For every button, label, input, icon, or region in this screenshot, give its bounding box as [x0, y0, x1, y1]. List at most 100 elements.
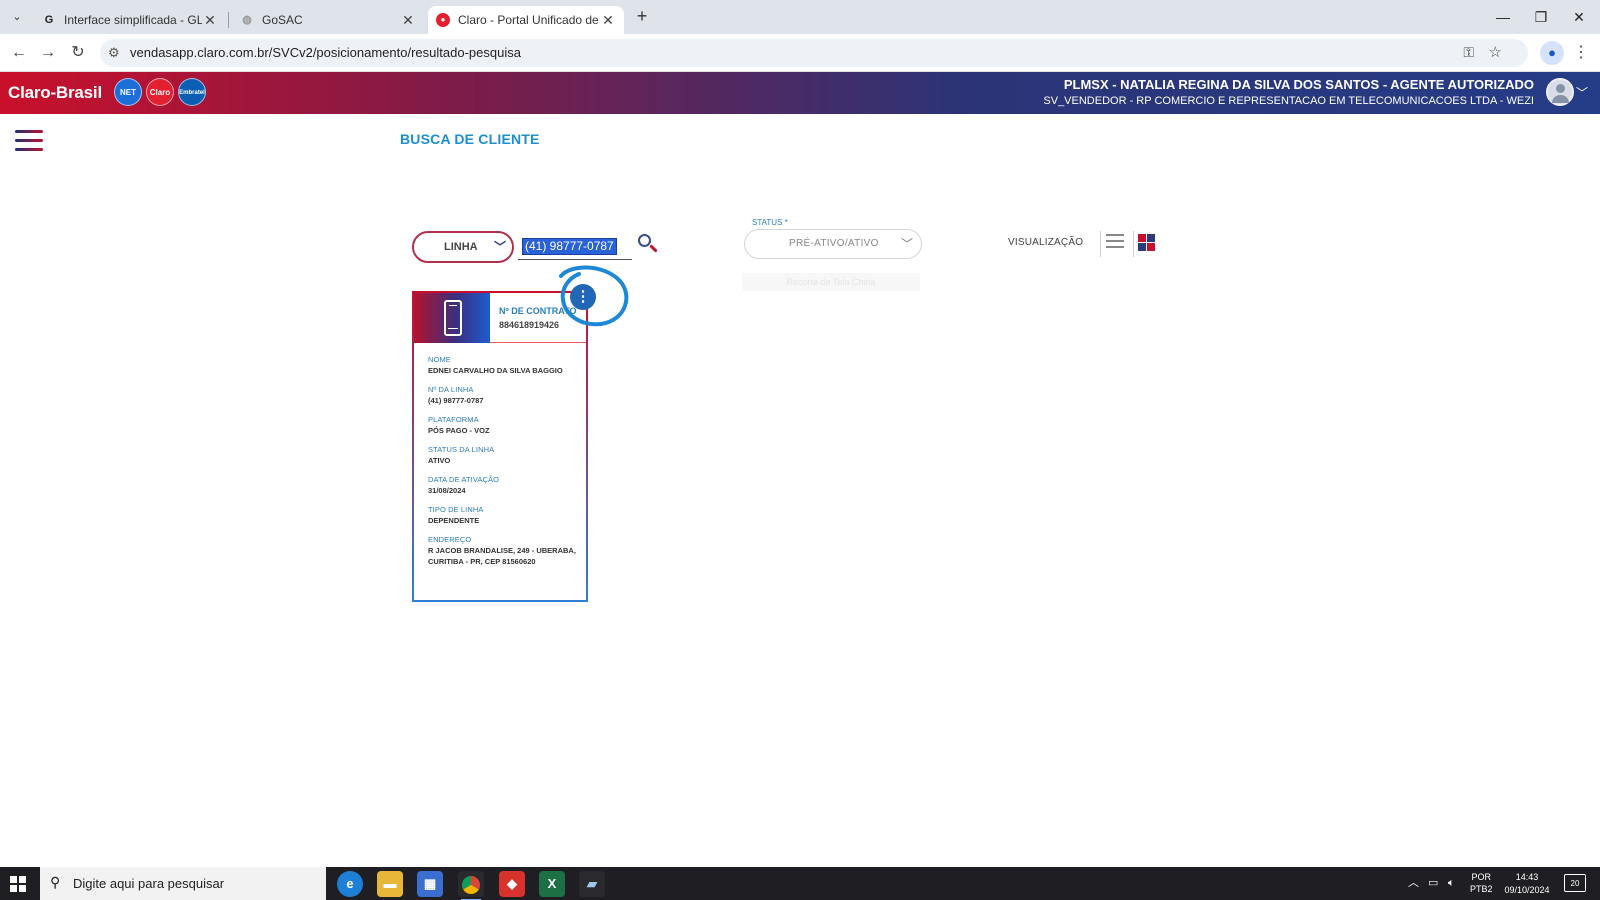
bookmark-star-icon[interactable]: ☆ [1489, 43, 1502, 61]
field-label: Nº DA LINHA [428, 385, 474, 394]
tab-title: Interface simplificada - GLPI [64, 13, 202, 27]
card-icon-box [414, 293, 490, 343]
search-input[interactable]: (41) 98777-0787 [518, 234, 632, 260]
chrome-icon[interactable] [458, 871, 484, 900]
excel-icon[interactable]: X [539, 871, 565, 897]
portal-header: Claro-Brasil NET Claro Embratel PLMSX - … [0, 72, 1600, 114]
clock[interactable]: 14:43 09/10/2024 [1500, 871, 1554, 897]
divider [1100, 231, 1101, 257]
tab-search-chevron-icon[interactable]: ⌄ [6, 7, 28, 27]
field-label: PLATAFORMA [428, 415, 479, 424]
tab-glpi[interactable]: G Interface simplificada - GLPI ✕ [34, 6, 226, 34]
search-icon[interactable] [636, 232, 660, 256]
chevron-down-icon[interactable]: ﹀ [1576, 84, 1588, 101]
notifications-icon[interactable]: 20 [1564, 874, 1586, 892]
field-value: (41) 98777-0787 [428, 396, 484, 405]
grid-view-icon[interactable] [1138, 234, 1155, 251]
close-icon[interactable]: ✕ [400, 12, 416, 29]
card-field-data-ativacao: DATA DE ATIVAÇÃO 31/08/2024 [428, 475, 578, 496]
search-type-value: LINHA [444, 241, 478, 253]
page-title: BUSCA DE CLIENTE [400, 131, 540, 147]
minimize-icon[interactable]: — [1488, 6, 1518, 28]
glpi-icon: G [44, 14, 54, 26]
contract-value: 884618919426 [499, 320, 560, 330]
anydesk-icon[interactable]: ◆ [499, 871, 525, 897]
card-field-endereco: ENDEREÇO R JACOB BRANDALISE, 249 - UBERA… [428, 535, 578, 567]
card-field-tipo-linha: TIPO DE LINHA DEPENDENTE [428, 505, 578, 526]
field-label: DATA DE ATIVAÇÃO [428, 475, 500, 484]
windows-taskbar: ⚲ Digite aqui para pesquisar e ▬ ▦ ◆ X ▰… [0, 867, 1600, 900]
field-label: TIPO DE LINHA [428, 505, 484, 514]
hamburger-menu-icon[interactable] [15, 130, 43, 152]
field-value: 31/08/2024 [428, 486, 466, 495]
volume-icon[interactable]: 🔈︎ [1448, 867, 1455, 900]
reload-icon[interactable]: ↻ [67, 42, 89, 64]
user-company: SV_VENDEDOR - RP COMERCIO E REPRESENTACA… [1043, 95, 1534, 107]
field-value: ATIVO [428, 456, 451, 465]
view-label: VISUALIZAÇÃO [1008, 237, 1084, 248]
profile-icon[interactable]: ● [1540, 41, 1564, 65]
back-arrow-icon[interactable]: ← [8, 42, 30, 64]
forward-arrow-icon[interactable]: → [37, 42, 59, 64]
card-field-nome: NOME EDNEI CARVALHO DA SILVA BAGGIO [428, 355, 578, 376]
store-icon[interactable]: ▦ [417, 871, 443, 897]
tab-title: GoSAC [262, 13, 303, 27]
card-field-linha: Nº DA LINHA (41) 98777-0787 [428, 385, 578, 406]
mobile-phone-icon [444, 300, 462, 336]
language-line-2: PTB2 [1470, 884, 1493, 894]
browser-menu-icon[interactable]: ⋮ [1572, 41, 1590, 65]
close-icon[interactable]: ✕ [202, 12, 218, 29]
language-indicator[interactable]: POR PTB2 [1470, 871, 1493, 895]
chevron-up-icon[interactable]: ︿ [1408, 867, 1419, 900]
browser-tabbar: ⌄ G Interface simplificada - GLPI ✕ ◍ Go… [0, 0, 1600, 34]
field-value: R JACOB BRANDALISE, 249 - UBERABA, CURIT… [428, 546, 576, 566]
field-label: ENDEREÇO [428, 535, 472, 544]
user-avatar-icon[interactable] [1546, 78, 1574, 106]
search-type-select[interactable]: LINHA ﹀ [412, 231, 514, 263]
customer-card[interactable]: Nº DE CONTRATO 884618919426 NOME EDNEI C… [412, 291, 588, 602]
card-body: NOME EDNEI CARVALHO DA SILVA BAGGIO Nº D… [428, 355, 578, 576]
net-brand-logo: NET [114, 78, 142, 106]
search-input-value[interactable]: (41) 98777-0787 [522, 238, 617, 255]
list-view-icon[interactable] [1106, 234, 1124, 250]
notepad-icon[interactable]: ▰ [579, 871, 605, 897]
field-label: NOME [428, 355, 451, 364]
edge-icon[interactable]: e [337, 871, 363, 897]
status-select[interactable]: PRÉ-ATIVO/ATIVO ﹀ [744, 229, 922, 259]
field-value: EDNEI CARVALHO DA SILVA BAGGIO [428, 366, 563, 375]
status-select-value: PRÉ-ATIVO/ATIVO [789, 238, 879, 249]
taskbar-search-input[interactable]: ⚲ Digite aqui para pesquisar [40, 867, 326, 900]
chevron-down-icon: ﹀ [900, 237, 913, 251]
tab-claro-portal[interactable]: ● Claro - Portal Unificado de Vend ✕ [428, 6, 624, 34]
screen-clip-overlay: Recorte de Tela Cheia [742, 273, 920, 291]
divider [1133, 231, 1134, 257]
taskbar-search-placeholder: Digite aqui para pesquisar [73, 876, 225, 891]
globe-icon: ◍ [242, 14, 252, 26]
site-settings-icon[interactable]: ⚙ [108, 45, 120, 61]
restore-icon[interactable]: ❐ [1526, 6, 1556, 28]
clock-time: 14:43 [1515, 872, 1539, 882]
card-field-status-linha: STATUS DA LINHA ATIVO [428, 445, 578, 466]
chevron-down-icon: ﹀ [493, 240, 506, 254]
embratel-brand-logo: Embratel [178, 78, 206, 106]
window-close-icon[interactable]: ✕ [1564, 6, 1594, 28]
hand-drawn-circle-annotation [559, 265, 629, 327]
status-label: STATUS * [752, 218, 788, 227]
tab-gosac[interactable]: ◍ GoSAC ✕ [232, 6, 424, 34]
new-tab-button[interactable]: + [630, 6, 654, 28]
language-line-1: POR [1471, 872, 1492, 882]
field-label: STATUS DA LINHA [428, 445, 495, 454]
key-icon[interactable]: ⚿ [1463, 44, 1474, 61]
file-explorer-icon[interactable]: ▬ [377, 871, 403, 897]
tab-title: Claro - Portal Unificado de Vend [458, 13, 600, 27]
card-field-plataforma: PLATAFORMA PÓS PAGO - VOZ [428, 415, 578, 436]
network-icon[interactable]: ▭ [1428, 867, 1438, 900]
field-value: PÓS PAGO - VOZ [428, 426, 490, 435]
claro-brand-logo: Claro [146, 78, 174, 106]
windows-start-icon[interactable] [10, 876, 26, 892]
claro-icon: ● [436, 13, 450, 27]
url-field[interactable]: ⚙ vendasapp.claro.com.br/SVCv2/posiciona… [100, 39, 1528, 67]
url-text[interactable]: vendasapp.claro.com.br/SVCv2/posicioname… [130, 39, 521, 67]
close-icon[interactable]: ✕ [600, 12, 616, 29]
tab-separator [228, 12, 229, 28]
